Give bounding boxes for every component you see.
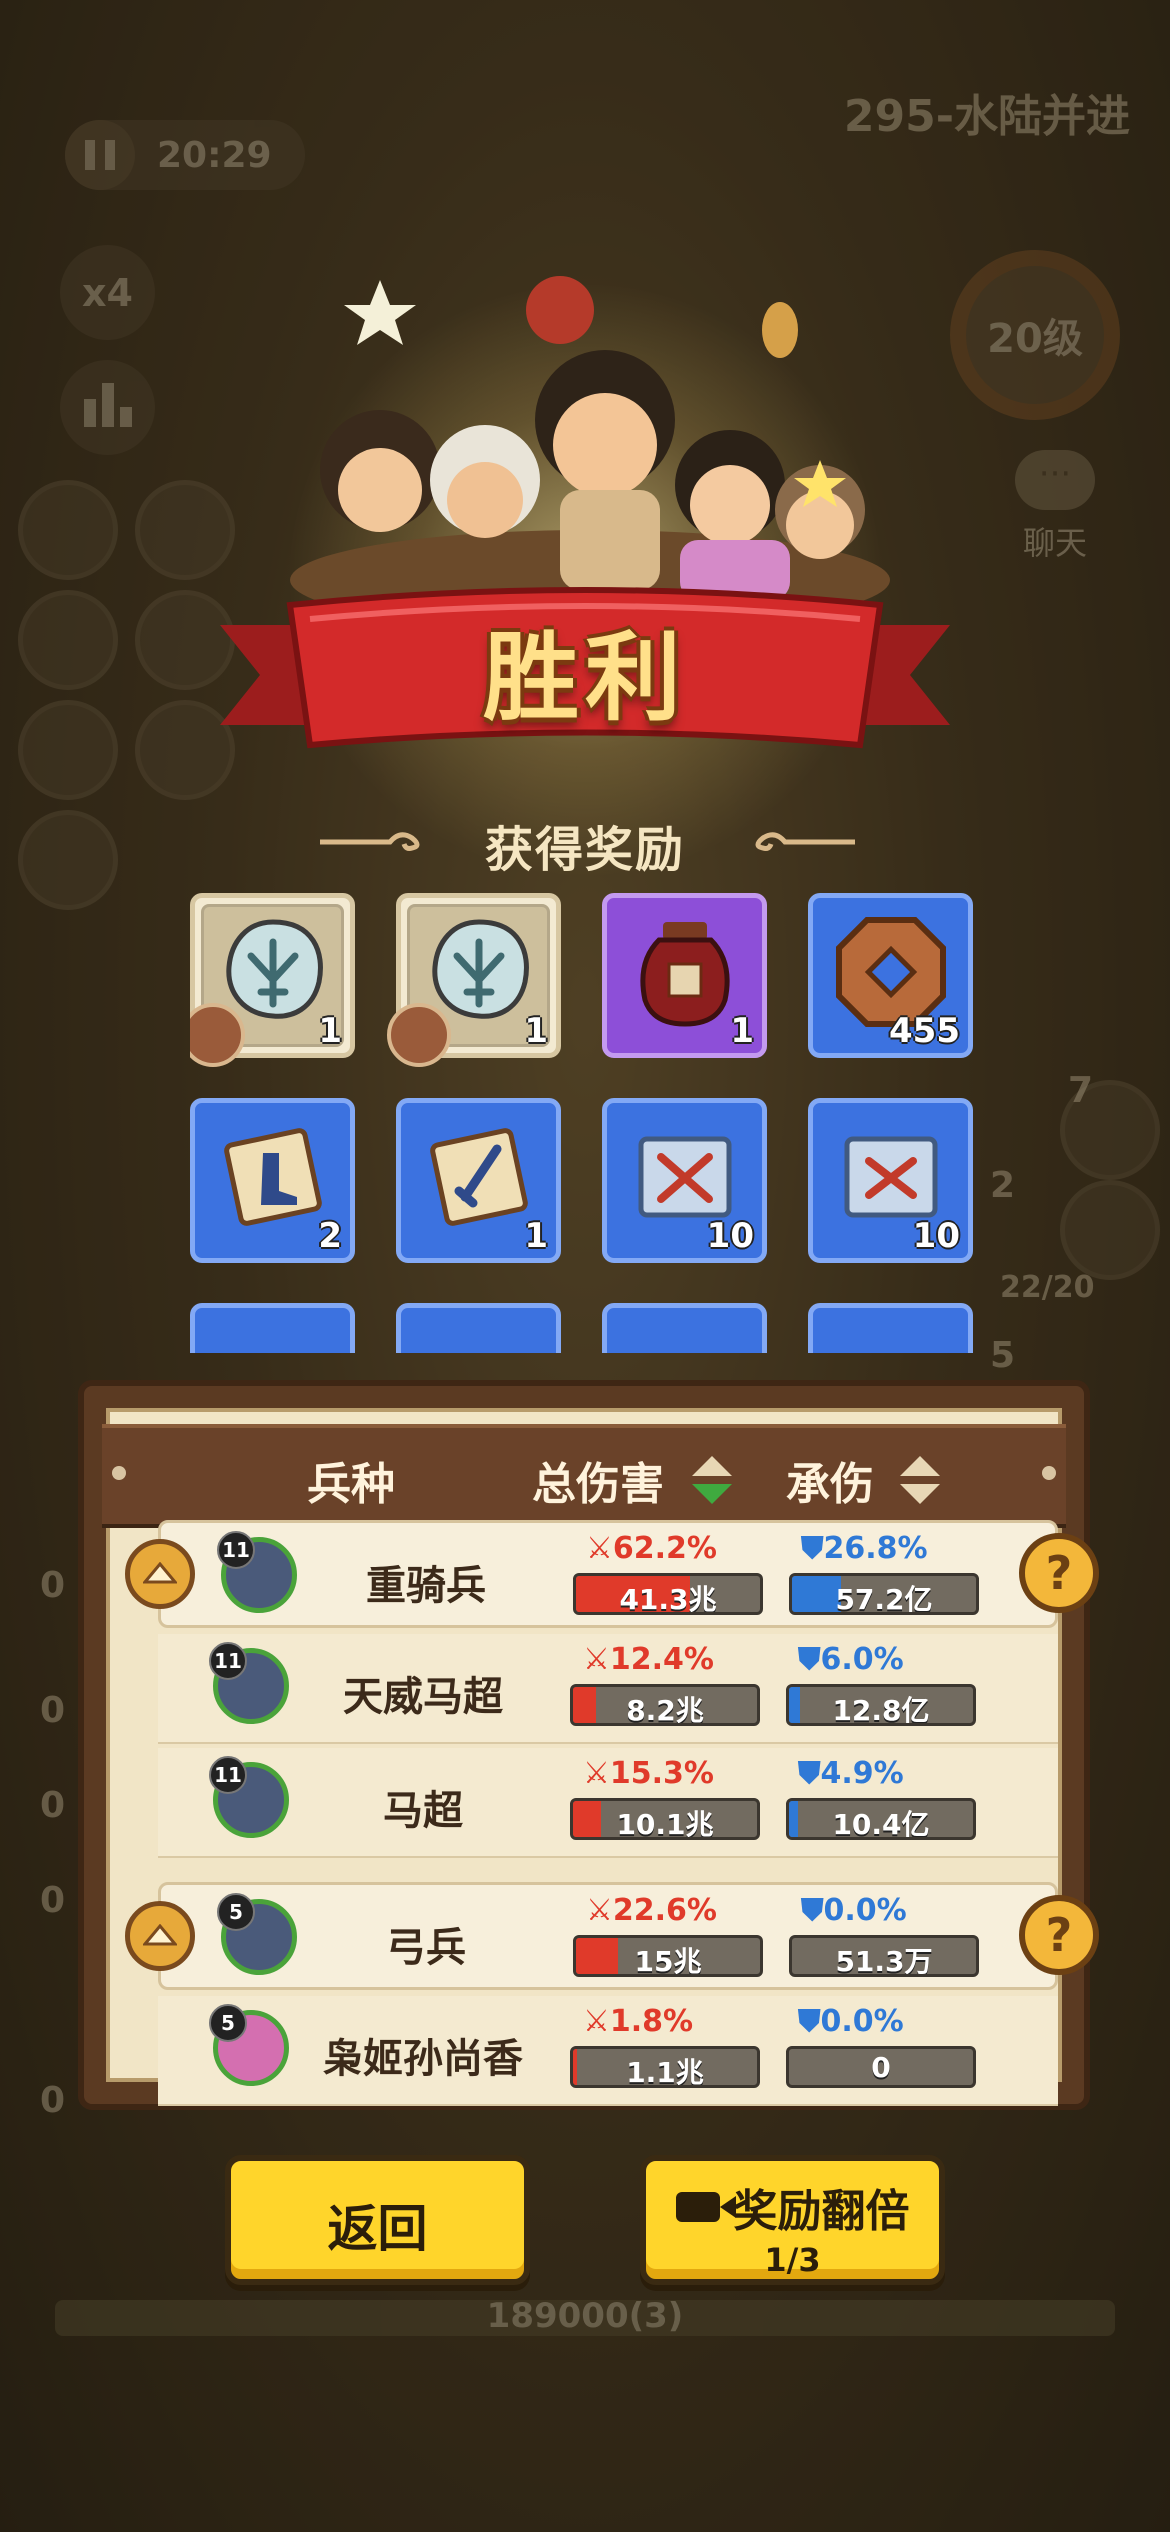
reward-item[interactable]: 10 [602,1098,767,1263]
damage-percent: ⚔62.2% [586,1531,717,1566]
taken-value: 0 [871,2051,891,2084]
taken-percent: ⛊4.9% [798,1756,904,1791]
damage-bar: 41.3兆 [573,1573,763,1615]
reward-count: 1 [524,1216,548,1256]
hero-row: 5 枭姬孙尚香 ⚔1.8% 1.1兆 ⛊0.0% 0 [158,1996,1058,2106]
damage-value: 41.3兆 [619,1583,717,1615]
reward-item[interactable]: 1 [602,893,767,1058]
damage-stats-panel: 兵种 总伤害 承伤 ? 11 重骑兵 ⚔62.2% 41.3兆 ⛊26.8% 57.2亿 11… [78,1380,1099,2110]
header-damage-taken[interactable]: 承伤 [786,1448,874,1512]
boot-scroll-icon [224,1128,322,1226]
reward-item[interactable] [602,1303,767,1353]
hero-level: 5 [209,2004,247,2042]
reward-item[interactable]: 1 [387,893,561,1067]
damage-percent: ⚔1.8% [583,2004,694,2039]
taken-value: 57.2亿 [835,1583,933,1615]
hero-level: 5 [217,1893,255,1931]
damage-bar: 10.1兆 [570,1798,760,1840]
chevron-up-icon [143,1924,177,1946]
reward-grid: 1 1 1 455 2 1 10 10 [190,893,990,1353]
damage-value: 1.1兆 [626,2056,704,2088]
hero-level: 11 [209,1642,247,1680]
stats-paper: 兵种 总伤害 承伤 ? 11 重骑兵 ⚔62.2% 41.3兆 ⛊26.8% 57.2亿 11… [102,1408,1099,2106]
video-camera-icon [675,2192,736,2222]
right-cloud-ornament [755,832,855,851]
hero-level: 11 [217,1531,255,1569]
wine-jar-icon [640,922,730,1027]
taken-bar: 57.2亿 [789,1573,979,1615]
taken-bar: 10.4亿 [786,1798,976,1840]
help-button[interactable]: ? [1019,1895,1099,1975]
reward-item[interactable] [396,1303,561,1353]
unit-name: 马超 [383,1788,463,1834]
sort-taken-icon[interactable] [898,1454,942,1506]
reward-item[interactable]: 1 [396,1098,561,1263]
hero-class-badge-icon [190,1003,245,1067]
sword-class-badge-icon [387,1003,451,1067]
reward-count: 1 [318,1011,342,1051]
unit-name: 枭姬孙尚香 [323,2036,523,2082]
double-reward-label: 奖励翻倍 [733,2186,910,2237]
unit-name: 弓兵 [386,1925,466,1971]
unit-group-row: ? 11 重骑兵 ⚔62.2% 41.3兆 ⛊26.8% 57.2亿 [125,1520,1099,1628]
reward-count: 1 [524,1011,548,1051]
taken-bar: 12.8亿 [786,1684,976,1726]
help-button[interactable]: ? [1019,1533,1099,1613]
hero-level: 11 [209,1756,247,1794]
damage-bar: 8.2兆 [570,1684,760,1726]
stats-header: 兵种 总伤害 承伤 [102,1424,1066,1528]
reward-heading: 获得奖励 [484,822,685,878]
taken-value: 51.3万 [835,1945,933,1977]
taken-bar: 0 [786,2046,976,2088]
back-button-label: 返回 [327,2200,428,2258]
hero-row: 11 天威马超 ⚔12.4% 8.2兆 ⛊6.0% 12.8亿 [158,1634,1058,1744]
taken-percent: ⛊6.0% [798,1642,904,1677]
header-unit-type: 兵种 [307,1459,395,1510]
reward-count: 1 [730,1011,754,1051]
unit-name: 重骑兵 [366,1563,486,1609]
collapse-button[interactable] [125,1539,195,1609]
damage-bar: 15兆 [573,1935,763,1977]
unit-group-row: ? 5 弓兵 ⚔22.6% 15兆 ⛊0.0% 51.3万 [125,1882,1099,1990]
chevron-up-icon [143,1562,177,1584]
double-reward-progress: 1/3 [764,2241,821,2279]
damage-value: 8.2兆 [626,1694,704,1726]
taken-bar: 51.3万 [789,1935,979,1977]
reward-item[interactable]: 1 [190,893,355,1067]
hero-row: 11 马超 ⚔15.3% 10.1兆 ⛊4.9% 10.4亿 [158,1748,1058,1858]
taken-value: 10.4亿 [832,1808,930,1840]
taken-percent: ⛊0.0% [798,2004,904,2039]
taken-percent: ⛊26.8% [801,1531,928,1566]
reward-count: 455 [889,1011,960,1051]
damage-value: 10.1兆 [616,1808,714,1840]
sword-scroll-icon [430,1128,528,1226]
reward-count: 10 [912,1216,960,1256]
reward-count: 10 [706,1216,754,1256]
taken-percent: ⛊0.0% [801,1893,907,1928]
collapse-button[interactable] [125,1901,195,1971]
victory-title: 胜利 [483,622,687,734]
damage-percent: ⚔22.6% [586,1893,717,1928]
taken-value: 12.8亿 [832,1694,930,1726]
reward-item[interactable]: 455 [808,893,973,1058]
double-reward-button[interactable]: 奖励翻倍 1/3 [640,2155,945,2285]
celebrating-crowd-illustration [290,276,890,620]
unit-name: 天威马超 [343,1674,503,1720]
damage-bar: 1.1兆 [570,2046,760,2088]
sort-damage-icon[interactable] [690,1454,734,1506]
reward-item[interactable]: 10 [808,1098,973,1263]
reward-count: 2 [318,1216,342,1256]
reward-item[interactable] [190,1303,355,1353]
reward-item[interactable]: 2 [190,1098,355,1263]
damage-value: 15兆 [634,1945,702,1977]
damage-percent: ⚔12.4% [583,1642,714,1677]
reward-item[interactable] [808,1303,973,1353]
header-total-damage[interactable]: 总伤害 [532,1448,664,1512]
damage-percent: ⚔15.3% [583,1756,714,1791]
back-button[interactable]: 返回 [225,2155,530,2285]
